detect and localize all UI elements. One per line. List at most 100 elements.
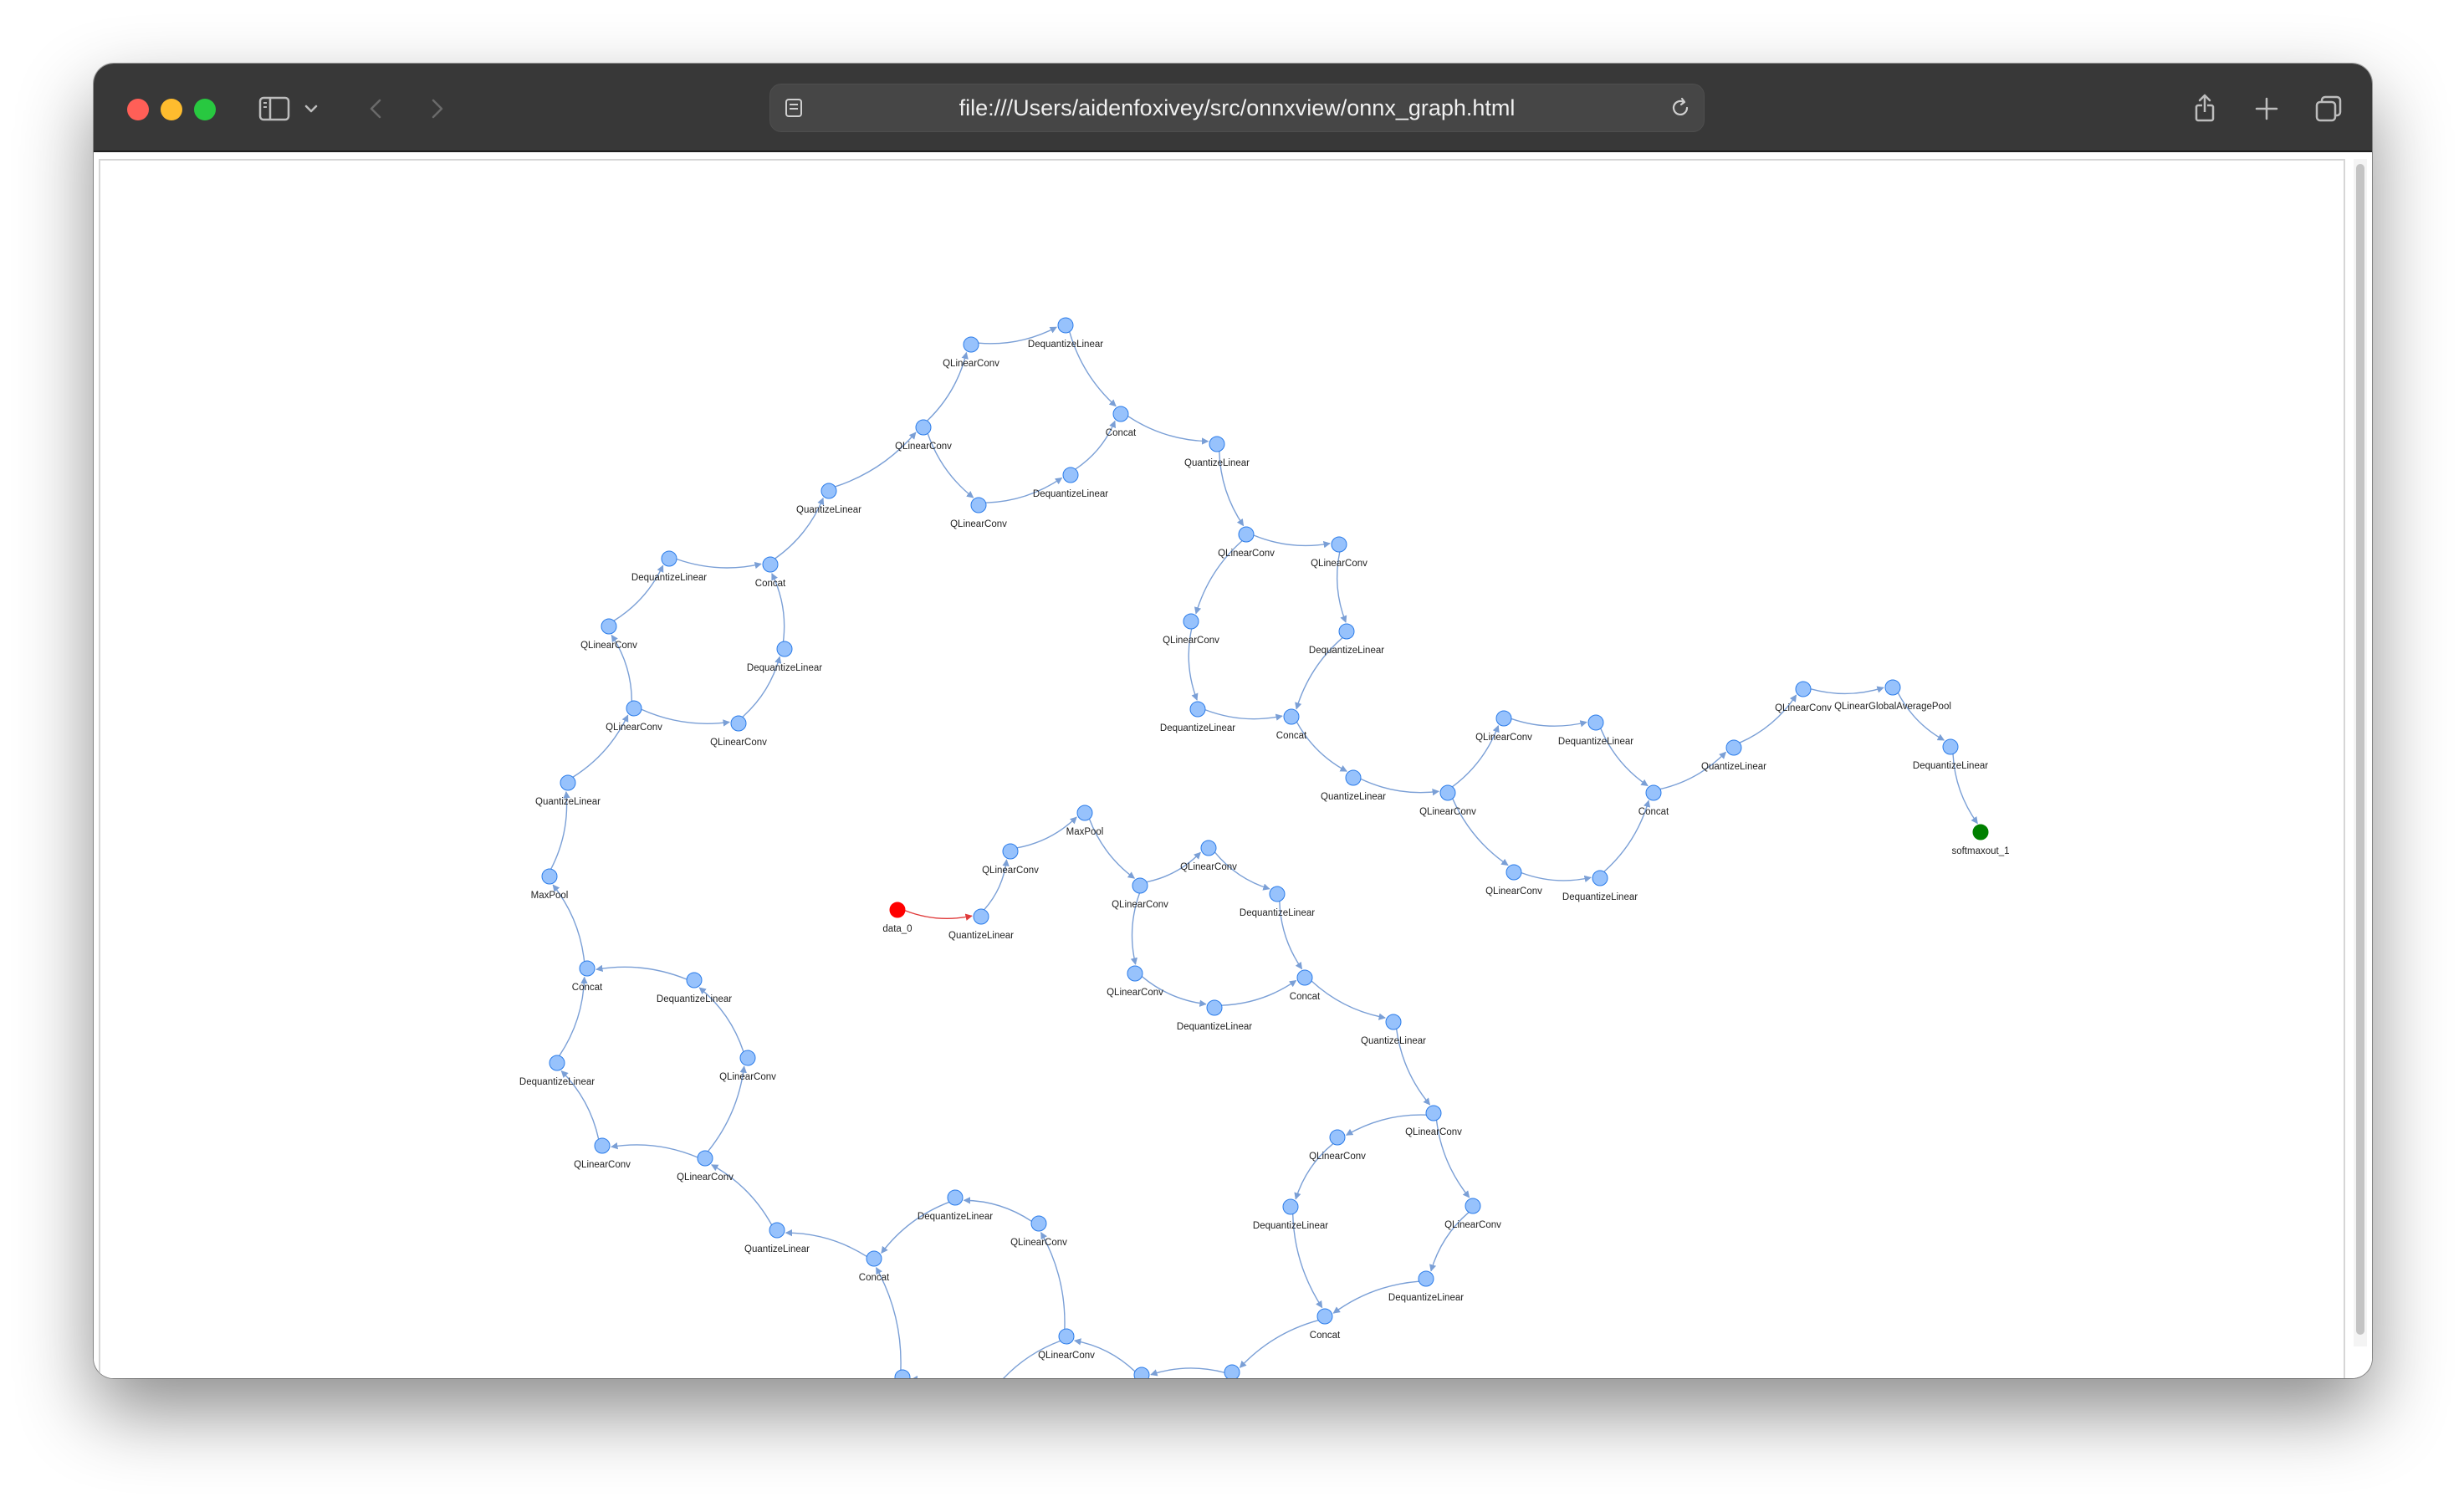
graph-node[interactable]: QLinearConv <box>1180 840 1237 872</box>
graph-node[interactable]: QLinearConv <box>982 843 1039 876</box>
graph-node[interactable]: QLinearConv <box>719 1050 776 1082</box>
graph-node-circle[interactable] <box>1439 784 1456 801</box>
graph-node[interactable]: QuantizeLinear <box>1184 436 1250 468</box>
graph-node-circle[interactable] <box>963 336 979 353</box>
graph-node-circle[interactable] <box>594 1137 611 1154</box>
graph-node-circle[interactable] <box>626 700 642 717</box>
tab-overview-icon[interactable] <box>2308 89 2349 129</box>
graph-node-circle[interactable] <box>579 960 596 977</box>
graph-node-circle[interactable] <box>1331 536 1347 553</box>
graph-node-circle[interactable] <box>1282 1198 1299 1215</box>
graph-node[interactable]: QLinearConv <box>1107 965 1163 998</box>
graph-node-circle[interactable] <box>697 1150 713 1167</box>
graph-node[interactable]: QLinearConv <box>1475 710 1532 743</box>
graph-edge[interactable] <box>904 910 973 921</box>
graph-node[interactable]: QuantizeLinear <box>535 774 601 807</box>
graph-edge[interactable] <box>1739 694 1797 743</box>
graph-edge[interactable] <box>1360 778 1439 796</box>
graph-node[interactable]: QLinearConv <box>677 1150 734 1183</box>
graph-node[interactable]: data_0 <box>882 902 912 934</box>
graph-node-circle[interactable] <box>915 419 932 436</box>
graph-node-circle[interactable] <box>1338 623 1355 640</box>
graph-node-circle[interactable] <box>1133 1367 1150 1378</box>
graph-node-circle[interactable] <box>762 556 779 573</box>
graph-node[interactable]: QLinearConv <box>606 700 662 733</box>
graph-node[interactable]: DequantizeLinear <box>1558 714 1633 747</box>
graph-node[interactable]: QLinearConv <box>1112 877 1168 910</box>
graph-edge[interactable] <box>1127 416 1209 445</box>
graph-node-circle[interactable] <box>1183 613 1199 630</box>
graph-node-circle[interactable] <box>730 715 747 732</box>
graph-node[interactable]: DequantizeLinear <box>1253 1198 1328 1231</box>
scrollbar-thumb[interactable] <box>2356 164 2364 1335</box>
graph-node[interactable]: DequantizeLinear <box>1240 886 1315 918</box>
graph-edge[interactable] <box>881 1201 950 1254</box>
graph-node-circle[interactable] <box>1795 681 1812 697</box>
graph-node[interactable]: softmaxout_1 <box>1951 824 2010 856</box>
graph-node-circle[interactable] <box>1465 1198 1481 1214</box>
graph-node-circle[interactable] <box>1209 436 1225 452</box>
graph-node[interactable]: QLinearConv <box>1309 1129 1366 1162</box>
graph-node[interactable]: QLinearConv <box>580 618 637 651</box>
graph-node-circle[interactable] <box>1200 840 1217 856</box>
graph-node-circle[interactable] <box>1418 1270 1434 1287</box>
graph-node-circle[interactable] <box>1058 1328 1075 1345</box>
graph-node-circle[interactable] <box>1505 864 1522 881</box>
graph-node-circle[interactable] <box>970 497 987 513</box>
graph-edge[interactable] <box>875 1266 902 1371</box>
graph-node-circle[interactable] <box>1076 805 1093 821</box>
graph-node[interactable]: Concat <box>1290 969 1321 1002</box>
share-icon[interactable] <box>2185 89 2225 129</box>
graph-node[interactable]: Concat <box>1638 784 1669 817</box>
sidebar-toggle-icon[interactable] <box>254 89 294 129</box>
graph-edge[interactable] <box>1221 979 1297 1006</box>
chevron-down-icon[interactable] <box>298 89 325 129</box>
graph-node-circle[interactable] <box>560 774 576 791</box>
reload-icon[interactable] <box>1665 93 1695 123</box>
graph-node[interactable]: DequantizeLinear <box>1177 999 1252 1032</box>
graph-node-circle[interactable] <box>1238 526 1255 543</box>
graph-node-circle[interactable] <box>686 972 703 989</box>
graph-node[interactable]: DequantizeLinear <box>631 550 707 583</box>
graph-node[interactable]: Concat <box>1310 1308 1341 1341</box>
graph-node[interactable]: QuantizeLinear <box>1361 1014 1426 1046</box>
graph-node-circle[interactable] <box>661 550 677 567</box>
graph-node-circle[interactable] <box>894 1369 911 1378</box>
graph-edge[interactable] <box>676 558 762 570</box>
graph-node[interactable]: QLinearConv <box>574 1137 631 1170</box>
graph-edge[interactable] <box>1311 980 1386 1020</box>
graph-node[interactable]: DequantizeLinear <box>1562 870 1638 902</box>
graph-node-circle[interactable] <box>1725 739 1742 756</box>
graph-edge[interactable] <box>1511 718 1587 728</box>
graph-node-circle[interactable] <box>1296 969 1313 986</box>
graph-node-circle[interactable] <box>889 902 906 918</box>
graph-node[interactable]: QLinearConv <box>943 336 999 369</box>
graph-node-circle[interactable] <box>1269 886 1286 902</box>
graph-node-circle[interactable] <box>1345 769 1362 786</box>
graph-svg[interactable]: data_0 QuantizeLinear QLinearConv MaxPool QL… <box>100 161 2347 1378</box>
graph-node[interactable]: DequantizeLinear <box>747 641 822 673</box>
graph-edge[interactable] <box>1897 692 1945 741</box>
url-text[interactable]: file:///Users/aidenfoxivey/src/onnxview/… <box>770 84 1704 131</box>
graph-node[interactable]: QLinearConv <box>1444 1198 1501 1230</box>
graph-node-circle[interactable] <box>1057 317 1074 334</box>
graph-node[interactable]: Concat <box>859 1250 890 1283</box>
graph-node-circle[interactable] <box>1206 999 1223 1016</box>
graph-node-circle[interactable] <box>1112 406 1129 422</box>
graph-node-circle[interactable] <box>1329 1129 1346 1146</box>
graph-edge[interactable] <box>1521 871 1592 883</box>
graph-node[interactable]: DequantizeLinear <box>1028 317 1103 350</box>
graph-node[interactable]: QuantizeLinear <box>1321 769 1386 802</box>
graph-node-circle[interactable] <box>1592 870 1608 886</box>
graph-node-circle[interactable] <box>866 1250 882 1267</box>
graph-node[interactable]: QuantizeLinear <box>1109 1367 1174 1378</box>
graph-node-circle[interactable] <box>1385 1014 1402 1030</box>
graph-node-circle[interactable] <box>1942 738 1959 755</box>
zoom-window-button[interactable] <box>194 99 216 120</box>
graph-node-circle[interactable] <box>1495 710 1512 727</box>
graph-node-circle[interactable] <box>1645 784 1662 801</box>
graph-node-circle[interactable] <box>1062 467 1079 483</box>
graph-node-circle[interactable] <box>1316 1308 1333 1325</box>
graph-node[interactable]: Concat <box>755 556 786 589</box>
graph-edge[interactable] <box>835 432 917 488</box>
